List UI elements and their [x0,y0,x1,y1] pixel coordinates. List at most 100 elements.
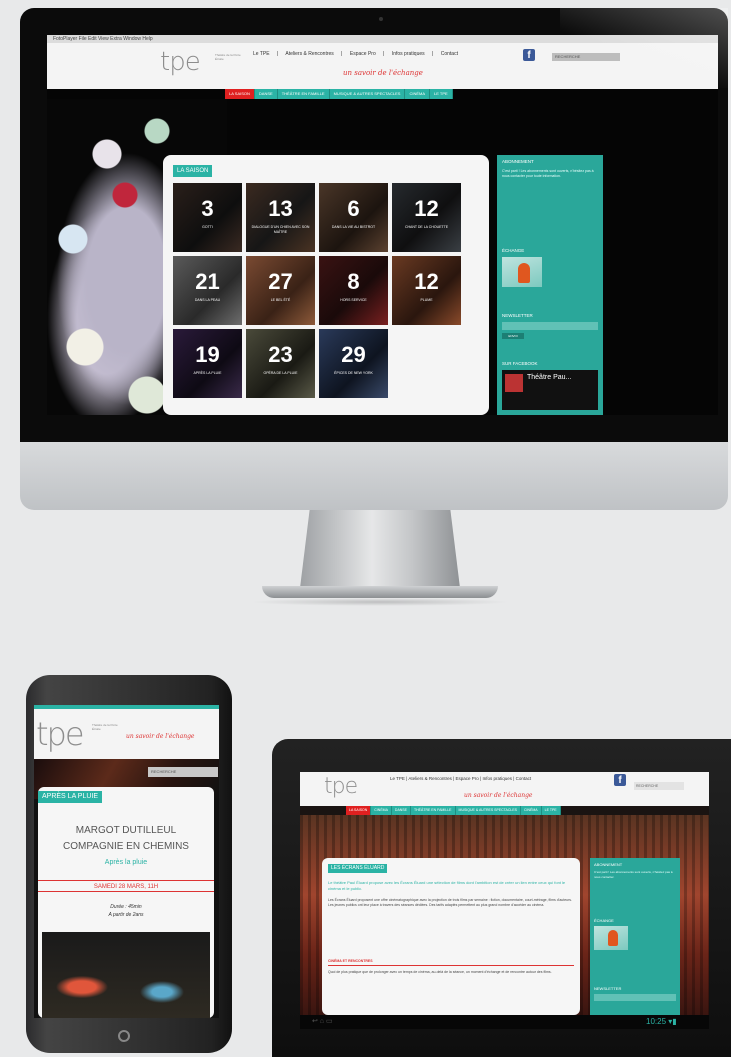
tab-danse[interactable]: DANSE [391,806,411,815]
event-card: APRÈS LA PLUIE MARGOT DUTILLEUL COMPAGNI… [38,787,214,1018]
tile-caption: ÉPICES DE NEW YORK [334,371,373,375]
event-tile[interactable]: 29 ÉPICES DE NEW YORK [319,329,388,398]
tab-musique[interactable]: MUSIQUE & AUTRES SPECTACLES [455,806,522,815]
nav-espace-pro[interactable]: Espace Pro [350,51,376,57]
tablet-header: tpe Le TPE | Ateliers & Rencontres | Esp… [300,772,709,806]
imac-foot [262,586,498,598]
sidebar: ABONNEMENT C'est parti ! Les abonnements… [497,155,603,415]
facebook-page-name[interactable]: Théâtre Pau... [527,374,571,381]
tile-date: 29 [341,342,366,367]
home-button[interactable] [118,1030,130,1042]
android-nav-icons[interactable]: ↩ ⌂ ▭ [300,1018,333,1025]
map-image[interactable] [594,926,628,950]
body-paragraph: Les Écrans Éluard proposent une offre ci… [328,898,572,907]
event-tile[interactable]: 21 DANS LA PEAU [173,256,242,325]
sidebar-title-newsletter: NEWSLETTER [594,986,622,991]
newsletter-email-input[interactable] [594,994,676,1001]
tab-theatre-en-famille[interactable]: THÉÂTRE EN FAMILLE [277,89,330,99]
tile-date: 23 [268,342,293,367]
event-title-line: COMPAGNIE EN CHEMINS [63,841,189,852]
lead-paragraph: Le théâtre Paul Éluard propose avec les … [328,880,566,891]
tile-caption: DANS LA PEAU [194,298,221,302]
tab-danse[interactable]: DANSE [254,89,278,99]
event-tile[interactable]: 8 HORS SERVICE [319,256,388,325]
tile-date: 6 [347,196,360,221]
sidebar-title-abonnement: ABONNEMENT [502,159,534,164]
body-paragraph: Quoi de plus pratique que de prolonger a… [328,970,552,974]
tab-cinema-2[interactable]: CINÉMA [521,806,542,815]
facebook-widget[interactable]: Théâtre Pau... [502,370,598,410]
facebook-icon[interactable]: f [614,774,626,786]
site-logo[interactable]: tpe [324,774,358,800]
season-title: LA SAISON [173,165,213,177]
main-nav[interactable]: Le TPE | Ateliers & Rencontres | Espace … [390,776,531,781]
nav-separator: | [276,51,279,57]
main-nav: Le TPE | Ateliers & Rencontres | Espace … [253,51,464,57]
event-tile[interactable]: 23 OPÉRA DE LA PLUIE [246,329,315,398]
logo-tagline: Théâtre de la Porte Étroite [215,53,241,61]
desktop-screen: FotoPlayer File Edit View Extra Window H… [47,35,718,415]
tile-caption: DIALOGUE D'UN CHIEN AVEC SON MAÎTRE [251,225,310,234]
imac-stand [300,510,460,588]
event-tile[interactable]: 6 DANS LA VIE AU BISTROT [319,183,388,252]
tile-date: 27 [268,269,293,294]
nav-contact[interactable]: Contact [441,51,458,57]
season-panel: LA SAISON 3 GOTTI 13 DIALOGUE D'UN CHIEN… [163,155,489,415]
phone-screen: tpe Théâtre de la Porte Étroite un savoi… [34,705,219,1018]
facebook-thumbnail [505,374,523,392]
tab-la-saison[interactable]: LA SAISON [225,89,255,99]
event-tile[interactable]: 12 PLUME [392,256,461,325]
imac-camera [379,17,383,21]
sidebar-text: C'est parti ! Les abonnements sont ouver… [594,870,673,879]
nav-infos[interactable]: Infos pratiques [392,51,425,57]
sidebar-title-newsletter: NEWSLETTER [502,313,533,318]
script-tagline: un savoir de l'échange [464,792,533,799]
tab-le-tpe[interactable]: LE TPE [541,806,561,815]
screen-glare [560,8,728,88]
tile-date: 12 [414,196,439,221]
tile-caption: PLUME [420,298,433,302]
event-duration: Durée : 45min A partir de 2ans [38,903,214,919]
sidebar-title-echange: ÉCHANGE [502,248,525,253]
site-logo[interactable]: tpe [36,717,85,751]
content-panel: LES ÉCRANS ÉLUARD Le théâtre Paul Éluard… [322,858,580,1015]
sidebar-title-echange: ÉCHANGE [594,918,614,923]
site-logo[interactable]: tpe [160,47,201,77]
event-date: SAMEDI 28 MARS, 11H [38,880,214,892]
age-line: A partir de 2ans [108,912,144,918]
map-image[interactable] [502,257,542,287]
event-photo [42,932,210,1018]
tile-caption: GOTTI [202,225,213,229]
apple-logo-icon [364,458,394,492]
nav-ateliers[interactable]: Ateliers & Rencontres [285,51,333,57]
newsletter-submit-button[interactable]: ENVOI [502,333,524,339]
event-tile[interactable]: 13 DIALOGUE D'UN CHIEN AVEC SON MAÎTRE [246,183,315,252]
stand-shadow [250,598,510,606]
tablet-screen: tpe Le TPE | Ateliers & Rencontres | Esp… [300,772,709,1015]
tile-date: 21 [195,269,220,294]
tab-cinema[interactable]: CINÉMA [371,806,392,815]
duration-line: Durée : 45min [110,904,142,910]
tab-theatre-en-famille[interactable]: THÉÂTRE EN FAMILLE [410,806,456,815]
event-tile[interactable]: 19 APRÈS LA PLUIE [173,329,242,398]
tab-musique[interactable]: MUSIQUE & AUTRES SPECTACLES [329,89,406,99]
section-label: LES ÉCRANS ÉLUARD [328,864,388,873]
event-tile[interactable]: 27 LE BEL ÉTÉ [246,256,315,325]
newsletter-email-input[interactable]: E-MAIL [502,322,598,336]
tile-caption: APRÈS LA PLUIE [193,371,222,375]
event-tile[interactable]: 3 GOTTI [173,183,242,252]
event-tile[interactable]: 12 CHANT DE LA CHOUETTE [392,183,461,252]
search-input[interactable]: RECHERCHE [634,782,684,790]
facebook-icon[interactable]: f [523,49,535,61]
tab-la-saison[interactable]: LA SAISON [346,806,372,815]
search-input[interactable]: RECHERCHE [148,767,218,777]
tile-caption: HORS SERVICE [340,298,367,302]
tab-cinema[interactable]: CINÉMA [405,89,430,99]
tile-caption: CHANT DE LA CHOUETTE [404,225,449,229]
category-nav: LA SAISON DANSE THÉÂTRE EN FAMILLE MUSIQ… [225,89,453,99]
event-title-line: MARGOT DUTILLEUL [75,825,177,836]
tab-le-tpe[interactable]: LE TPE [430,89,453,99]
event-title: MARGOT DUTILLEUL COMPAGNIE EN CHEMINS [38,823,214,855]
nav-le-tpe[interactable]: Le TPE [253,51,270,57]
category-nav: LA SAISON CINÉMA DANSE THÉÂTRE EN FAMILL… [346,806,561,815]
